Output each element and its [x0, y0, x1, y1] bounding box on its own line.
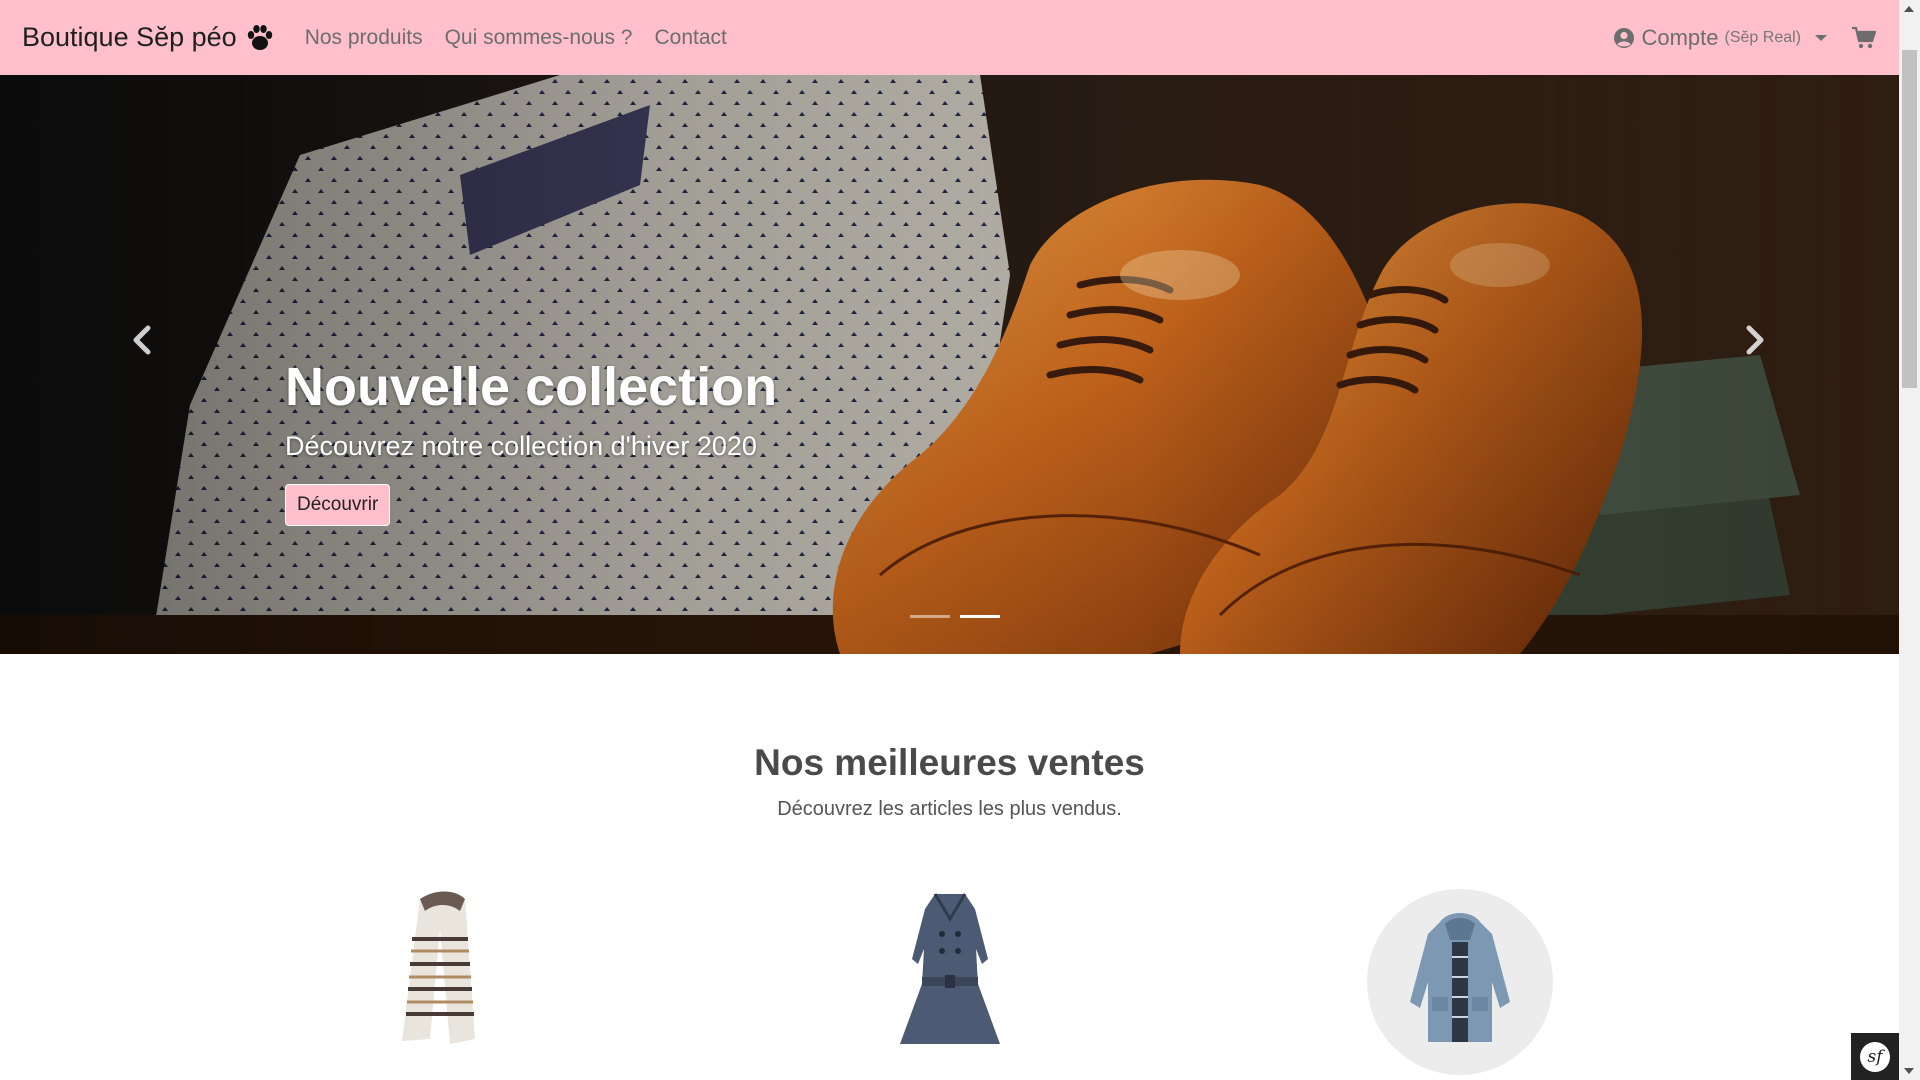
product-card-scarf[interactable] [345, 889, 535, 1079]
chevron-right-icon [1746, 325, 1764, 355]
jacket-image [1410, 913, 1510, 1042]
account-label: Compte [1641, 24, 1719, 50]
bestsellers-subtitle: Découvrez les articles les plus vendus. [777, 798, 1122, 820]
hero-caption: Nouvelle collection Découvrez notre coll… [285, 357, 778, 527]
carousel-indicator-1[interactable] [910, 615, 950, 618]
hero-subtitle: Découvrez notre collection d'hiver 2020 [285, 431, 757, 462]
page: Boutique Sĕp péo Nos produits Qui sommes… [0, 0, 1899, 1080]
product-card-coat[interactable] [855, 889, 1045, 1079]
user-circle-icon [1614, 27, 1635, 48]
scroll-up-arrow-icon[interactable] [1904, 6, 1914, 12]
scroll-down-arrow-icon[interactable] [1904, 1068, 1914, 1074]
chevron-down-icon [1815, 34, 1827, 41]
scrollbar-thumb[interactable] [1902, 50, 1917, 388]
symfony-toolbar-toggle[interactable]: sf [1851, 1033, 1899, 1080]
carousel-next-button[interactable] [1725, 295, 1785, 385]
product-image-frame [1367, 889, 1553, 1075]
navbar: Boutique Sĕp péo Nos produits Qui sommes… [0, 0, 1899, 75]
account-dropdown[interactable]: Compte (Sĕp Real) [1613, 25, 1827, 51]
carousel-indicator-2[interactable] [960, 615, 1000, 618]
chevron-left-icon [133, 325, 151, 355]
nav-link-contact[interactable]: Contact [654, 26, 726, 50]
nav-link-products[interactable]: Nos produits [305, 26, 423, 50]
bestsellers-section: Nos meilleures ventes Découvrez les arti… [0, 654, 1899, 1075]
carousel-indicators [905, 615, 1005, 618]
vertical-scrollbar[interactable] [1899, 0, 1920, 1080]
shopping-cart-icon[interactable] [1851, 26, 1877, 50]
navbar-right: Compte (Sĕp Real) [1613, 25, 1877, 51]
paw-icon [247, 24, 272, 50]
brand-link[interactable]: Boutique Sĕp péo [22, 22, 275, 53]
account-username: (Sĕp Real) [1724, 28, 1801, 46]
symfony-icon: sf [1860, 1041, 1890, 1072]
hero-carousel: Nouvelle collection Découvrez notre coll… [0, 75, 1899, 654]
discover-button[interactable]: Découvrir [285, 484, 391, 527]
product-card-jacket[interactable] [1365, 889, 1555, 1079]
hero-title: Nouvelle collection [285, 357, 778, 417]
brand-name: Boutique Sĕp péo [22, 22, 237, 52]
scarf-image [402, 891, 475, 1044]
carousel-prev-button[interactable] [112, 295, 172, 385]
bestsellers-title: Nos meilleures ventes [754, 742, 1145, 783]
nav-link-about[interactable]: Qui sommes-nous ? [445, 26, 633, 50]
coat-image [900, 893, 1000, 1044]
